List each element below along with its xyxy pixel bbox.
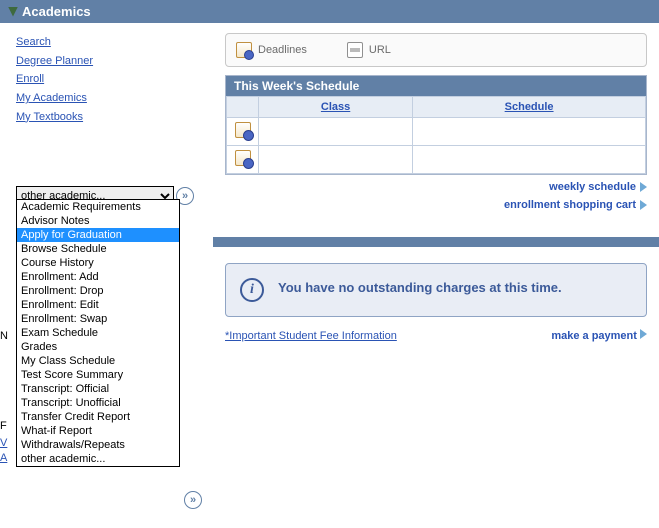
deadlines-icon <box>236 42 252 58</box>
obscured-char-1: N <box>0 330 8 342</box>
dd-my-class-schedule[interactable]: My Class Schedule <box>17 354 179 368</box>
obscured-char-3: V <box>0 437 7 449</box>
deadline-row-icon[interactable] <box>235 122 251 138</box>
schedule-table: Class Schedule <box>226 96 646 174</box>
dd-transcript-official[interactable]: Transcript: Official <box>17 382 179 396</box>
link-enroll[interactable]: Enroll <box>16 73 44 85</box>
header-title: Academics <box>22 4 91 19</box>
url-tool[interactable]: URL <box>347 42 391 58</box>
dd-advisor-notes[interactable]: Advisor Notes <box>17 214 179 228</box>
arrow-right-icon <box>640 200 647 210</box>
deadlines-tool[interactable]: Deadlines <box>236 42 307 58</box>
academics-header: Academics <box>0 0 659 23</box>
weekly-schedule-link[interactable]: weekly schedule <box>225 181 647 193</box>
link-degree-planner[interactable]: Degree Planner <box>16 55 93 67</box>
dd-enrollment-swap[interactable]: Enrollment: Swap <box>17 312 179 326</box>
schedule-title: This Week's Schedule <box>226 76 646 96</box>
dd-other-academic[interactable]: other academic... <box>17 452 179 466</box>
dd-course-history[interactable]: Course History <box>17 256 179 270</box>
dd-enrollment-add[interactable]: Enrollment: Add <box>17 270 179 284</box>
go-button-secondary[interactable] <box>184 491 202 509</box>
deadlines-label: Deadlines <box>258 44 307 56</box>
obscured-char-2: F <box>0 420 7 432</box>
weekly-schedule-box: This Week's Schedule Class Schedule <box>225 75 647 175</box>
link-my-textbooks[interactable]: My Textbooks <box>16 111 83 123</box>
col-class[interactable]: Class <box>259 97 413 118</box>
arrow-right-icon <box>640 329 647 339</box>
collapse-icon[interactable] <box>8 7 18 17</box>
deadline-row-icon[interactable] <box>235 150 251 166</box>
dd-test-score-summary[interactable]: Test Score Summary <box>17 368 179 382</box>
table-row <box>227 118 646 146</box>
dd-exam-schedule[interactable]: Exam Schedule <box>17 326 179 340</box>
link-search[interactable]: Search <box>16 36 51 48</box>
col-icon <box>227 97 259 118</box>
fee-information-link[interactable]: *Important Student Fee Information <box>225 330 397 342</box>
link-my-academics[interactable]: My Academics <box>16 92 87 104</box>
dd-browse-schedule[interactable]: Browse Schedule <box>17 242 179 256</box>
make-payment-link[interactable]: make a payment <box>551 329 647 342</box>
dd-academic-requirements[interactable]: Academic Requirements <box>17 200 179 214</box>
url-label: URL <box>369 44 391 56</box>
info-icon: i <box>240 278 264 302</box>
dd-withdrawals-repeats[interactable]: Withdrawals/Repeats <box>17 438 179 452</box>
arrow-right-icon <box>640 182 647 192</box>
dd-enrollment-drop[interactable]: Enrollment: Drop <box>17 284 179 298</box>
url-icon <box>347 42 363 58</box>
dd-apply-for-graduation[interactable]: Apply for Graduation <box>17 228 179 242</box>
col-schedule[interactable]: Schedule <box>413 97 646 118</box>
dd-grades[interactable]: Grades <box>17 340 179 354</box>
left-nav-links: Search Degree Planner Enroll My Academic… <box>16 33 201 126</box>
info-message: You have no outstanding charges at this … <box>278 278 562 298</box>
dd-transfer-credit-report[interactable]: Transfer Credit Report <box>17 410 179 424</box>
obscured-char-4: A <box>0 452 7 464</box>
section-divider <box>213 237 659 247</box>
toolbar: Deadlines URL <box>225 33 647 67</box>
dd-what-if-report[interactable]: What-if Report <box>17 424 179 438</box>
enrollment-cart-link[interactable]: enrollment shopping cart <box>225 199 647 211</box>
dropdown-listbox[interactable]: Academic Requirements Advisor Notes Appl… <box>16 199 180 467</box>
dd-transcript-unofficial[interactable]: Transcript: Unofficial <box>17 396 179 410</box>
info-box: i You have no outstanding charges at thi… <box>225 263 647 317</box>
table-row <box>227 146 646 174</box>
dd-enrollment-edit[interactable]: Enrollment: Edit <box>17 298 179 312</box>
